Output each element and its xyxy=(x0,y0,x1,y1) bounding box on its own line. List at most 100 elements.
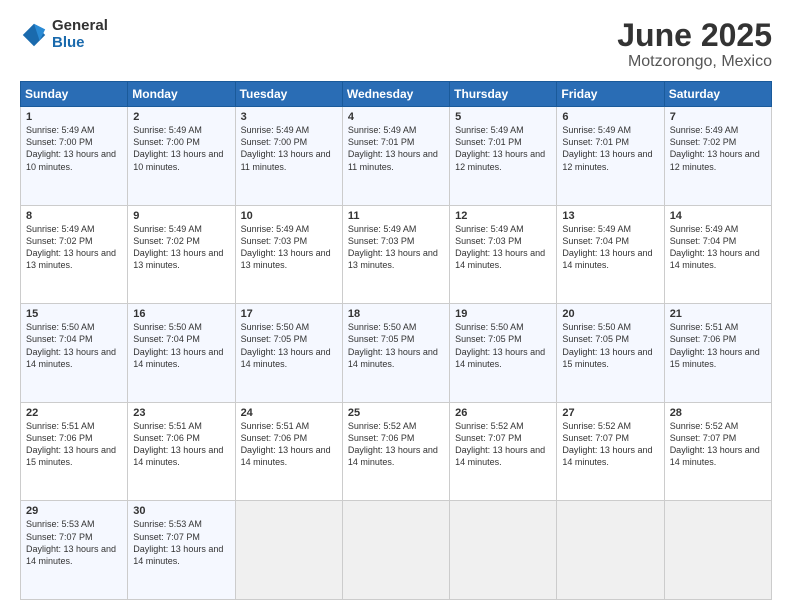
cell-info: Sunrise: 5:51 AMSunset: 7:06 PMDaylight:… xyxy=(241,421,331,467)
day-number: 26 xyxy=(455,407,551,419)
calendar-cell: 8 Sunrise: 5:49 AMSunset: 7:02 PMDayligh… xyxy=(21,205,128,304)
calendar-cell: 6 Sunrise: 5:49 AMSunset: 7:01 PMDayligh… xyxy=(557,107,664,206)
col-sunday: Sunday xyxy=(21,82,128,107)
calendar-week-5: 29 Sunrise: 5:53 AMSunset: 7:07 PMDaylig… xyxy=(21,501,772,600)
day-number: 5 xyxy=(455,111,551,123)
day-number: 3 xyxy=(241,111,337,123)
day-number: 14 xyxy=(670,210,766,222)
calendar-cell: 22 Sunrise: 5:51 AMSunset: 7:06 PMDaylig… xyxy=(21,402,128,501)
day-number: 1 xyxy=(26,111,122,123)
calendar-cell: 19 Sunrise: 5:50 AMSunset: 7:05 PMDaylig… xyxy=(450,304,557,403)
day-number: 19 xyxy=(455,308,551,320)
cell-info: Sunrise: 5:52 AMSunset: 7:07 PMDaylight:… xyxy=(455,421,545,467)
calendar-cell: 16 Sunrise: 5:50 AMSunset: 7:04 PMDaylig… xyxy=(128,304,235,403)
calendar-cell: 30 Sunrise: 5:53 AMSunset: 7:07 PMDaylig… xyxy=(128,501,235,600)
calendar-cell: 4 Sunrise: 5:49 AMSunset: 7:01 PMDayligh… xyxy=(342,107,449,206)
calendar-cell xyxy=(342,501,449,600)
col-friday: Friday xyxy=(557,82,664,107)
cell-info: Sunrise: 5:49 AMSunset: 7:01 PMDaylight:… xyxy=(348,125,438,171)
day-number: 23 xyxy=(133,407,229,419)
cell-info: Sunrise: 5:50 AMSunset: 7:05 PMDaylight:… xyxy=(562,322,652,368)
calendar-cell: 13 Sunrise: 5:49 AMSunset: 7:04 PMDaylig… xyxy=(557,205,664,304)
cell-info: Sunrise: 5:52 AMSunset: 7:07 PMDaylight:… xyxy=(562,421,652,467)
cell-info: Sunrise: 5:49 AMSunset: 7:01 PMDaylight:… xyxy=(562,125,652,171)
calendar-cell: 29 Sunrise: 5:53 AMSunset: 7:07 PMDaylig… xyxy=(21,501,128,600)
calendar-cell xyxy=(664,501,771,600)
logo-text: General Blue xyxy=(52,18,108,51)
day-number: 8 xyxy=(26,210,122,222)
day-number: 13 xyxy=(562,210,658,222)
cell-info: Sunrise: 5:49 AMSunset: 7:00 PMDaylight:… xyxy=(133,125,223,171)
day-number: 29 xyxy=(26,505,122,517)
cell-info: Sunrise: 5:49 AMSunset: 7:03 PMDaylight:… xyxy=(455,224,545,270)
day-number: 30 xyxy=(133,505,229,517)
col-thursday: Thursday xyxy=(450,82,557,107)
calendar-cell: 14 Sunrise: 5:49 AMSunset: 7:04 PMDaylig… xyxy=(664,205,771,304)
calendar-cell: 28 Sunrise: 5:52 AMSunset: 7:07 PMDaylig… xyxy=(664,402,771,501)
day-number: 18 xyxy=(348,308,444,320)
calendar-cell: 26 Sunrise: 5:52 AMSunset: 7:07 PMDaylig… xyxy=(450,402,557,501)
calendar-cell: 1 Sunrise: 5:49 AMSunset: 7:00 PMDayligh… xyxy=(21,107,128,206)
day-number: 16 xyxy=(133,308,229,320)
calendar-cell: 24 Sunrise: 5:51 AMSunset: 7:06 PMDaylig… xyxy=(235,402,342,501)
day-number: 6 xyxy=(562,111,658,123)
logo: General Blue xyxy=(20,18,108,51)
cell-info: Sunrise: 5:53 AMSunset: 7:07 PMDaylight:… xyxy=(26,519,116,565)
calendar-cell: 27 Sunrise: 5:52 AMSunset: 7:07 PMDaylig… xyxy=(557,402,664,501)
calendar-week-2: 8 Sunrise: 5:49 AMSunset: 7:02 PMDayligh… xyxy=(21,205,772,304)
day-number: 2 xyxy=(133,111,229,123)
calendar-subtitle: Motzorongo, Mexico xyxy=(617,53,772,71)
day-number: 27 xyxy=(562,407,658,419)
calendar-cell: 15 Sunrise: 5:50 AMSunset: 7:04 PMDaylig… xyxy=(21,304,128,403)
page: General Blue June 2025 Motzorongo, Mexic… xyxy=(0,0,792,612)
calendar-cell: 12 Sunrise: 5:49 AMSunset: 7:03 PMDaylig… xyxy=(450,205,557,304)
calendar-table: Sunday Monday Tuesday Wednesday Thursday… xyxy=(20,81,772,600)
header: General Blue June 2025 Motzorongo, Mexic… xyxy=(20,18,772,71)
day-number: 12 xyxy=(455,210,551,222)
title-block: June 2025 Motzorongo, Mexico xyxy=(617,18,772,71)
day-number: 28 xyxy=(670,407,766,419)
cell-info: Sunrise: 5:50 AMSunset: 7:05 PMDaylight:… xyxy=(241,322,331,368)
cell-info: Sunrise: 5:49 AMSunset: 7:04 PMDaylight:… xyxy=(670,224,760,270)
cell-info: Sunrise: 5:49 AMSunset: 7:02 PMDaylight:… xyxy=(26,224,116,270)
cell-info: Sunrise: 5:49 AMSunset: 7:00 PMDaylight:… xyxy=(26,125,116,171)
calendar-cell: 9 Sunrise: 5:49 AMSunset: 7:02 PMDayligh… xyxy=(128,205,235,304)
calendar-cell: 3 Sunrise: 5:49 AMSunset: 7:00 PMDayligh… xyxy=(235,107,342,206)
day-number: 4 xyxy=(348,111,444,123)
cell-info: Sunrise: 5:49 AMSunset: 7:04 PMDaylight:… xyxy=(562,224,652,270)
calendar-cell: 11 Sunrise: 5:49 AMSunset: 7:03 PMDaylig… xyxy=(342,205,449,304)
cell-info: Sunrise: 5:49 AMSunset: 7:01 PMDaylight:… xyxy=(455,125,545,171)
day-number: 10 xyxy=(241,210,337,222)
logo-general: General xyxy=(52,18,108,35)
cell-info: Sunrise: 5:49 AMSunset: 7:02 PMDaylight:… xyxy=(133,224,223,270)
day-number: 22 xyxy=(26,407,122,419)
cell-info: Sunrise: 5:50 AMSunset: 7:04 PMDaylight:… xyxy=(133,322,223,368)
calendar-cell: 7 Sunrise: 5:49 AMSunset: 7:02 PMDayligh… xyxy=(664,107,771,206)
calendar-cell xyxy=(450,501,557,600)
col-tuesday: Tuesday xyxy=(235,82,342,107)
calendar-body: 1 Sunrise: 5:49 AMSunset: 7:00 PMDayligh… xyxy=(21,107,772,600)
calendar-week-4: 22 Sunrise: 5:51 AMSunset: 7:06 PMDaylig… xyxy=(21,402,772,501)
day-number: 24 xyxy=(241,407,337,419)
calendar-cell: 23 Sunrise: 5:51 AMSunset: 7:06 PMDaylig… xyxy=(128,402,235,501)
calendar-cell: 25 Sunrise: 5:52 AMSunset: 7:06 PMDaylig… xyxy=(342,402,449,501)
cell-info: Sunrise: 5:52 AMSunset: 7:06 PMDaylight:… xyxy=(348,421,438,467)
calendar-title: June 2025 xyxy=(617,18,772,53)
day-number: 21 xyxy=(670,308,766,320)
calendar-cell: 21 Sunrise: 5:51 AMSunset: 7:06 PMDaylig… xyxy=(664,304,771,403)
day-number: 17 xyxy=(241,308,337,320)
cell-info: Sunrise: 5:49 AMSunset: 7:02 PMDaylight:… xyxy=(670,125,760,171)
cell-info: Sunrise: 5:49 AMSunset: 7:03 PMDaylight:… xyxy=(348,224,438,270)
calendar-cell: 10 Sunrise: 5:49 AMSunset: 7:03 PMDaylig… xyxy=(235,205,342,304)
cell-info: Sunrise: 5:50 AMSunset: 7:05 PMDaylight:… xyxy=(348,322,438,368)
calendar-cell: 20 Sunrise: 5:50 AMSunset: 7:05 PMDaylig… xyxy=(557,304,664,403)
col-saturday: Saturday xyxy=(664,82,771,107)
calendar-cell xyxy=(557,501,664,600)
calendar-week-3: 15 Sunrise: 5:50 AMSunset: 7:04 PMDaylig… xyxy=(21,304,772,403)
cell-info: Sunrise: 5:51 AMSunset: 7:06 PMDaylight:… xyxy=(133,421,223,467)
cell-info: Sunrise: 5:53 AMSunset: 7:07 PMDaylight:… xyxy=(133,519,223,565)
calendar-cell: 17 Sunrise: 5:50 AMSunset: 7:05 PMDaylig… xyxy=(235,304,342,403)
cell-info: Sunrise: 5:52 AMSunset: 7:07 PMDaylight:… xyxy=(670,421,760,467)
cell-info: Sunrise: 5:50 AMSunset: 7:05 PMDaylight:… xyxy=(455,322,545,368)
day-number: 9 xyxy=(133,210,229,222)
